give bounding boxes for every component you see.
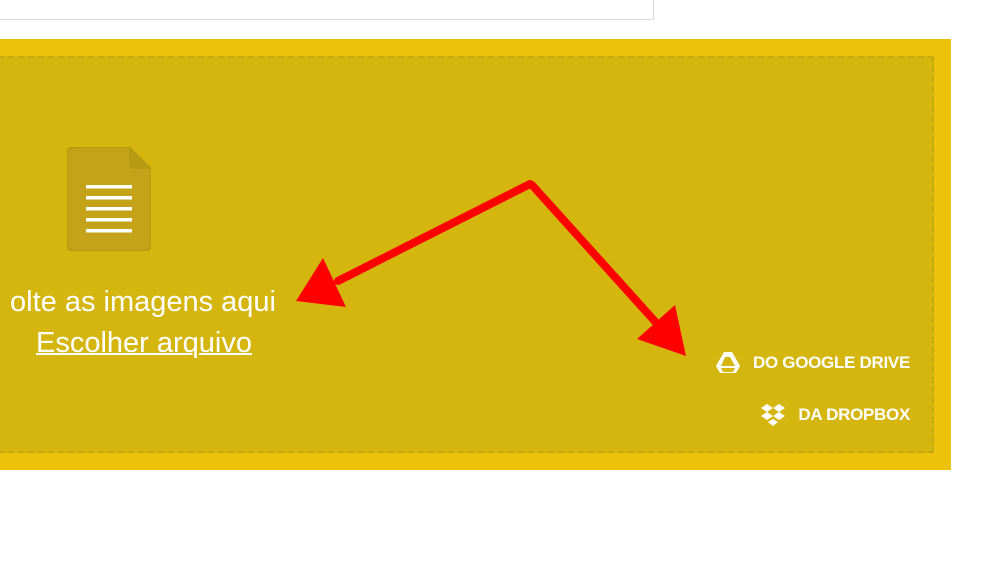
top-input-bar [0, 0, 654, 20]
dropbox-upload-button[interactable]: DA DROPBOX [760, 403, 910, 427]
dropbox-label: DA DROPBOX [798, 405, 910, 424]
google-drive-label: DO GOOGLE DRIVE [752, 353, 910, 372]
upload-panel: olte as imagens aqui Escolher arquivo DO… [0, 39, 951, 470]
google-drive-upload-button[interactable]: DO GOOGLE DRIVE [715, 351, 910, 375]
dropbox-icon [761, 404, 786, 426]
image-drop-zone[interactable]: olte as imagens aqui Escolher arquivo DO… [0, 56, 934, 453]
drop-images-instruction: olte as imagens aqui [10, 286, 276, 318]
choose-file-link[interactable]: Escolher arquivo [0, 324, 252, 362]
document-icon [67, 147, 151, 251]
google-drive-icon [715, 352, 740, 373]
